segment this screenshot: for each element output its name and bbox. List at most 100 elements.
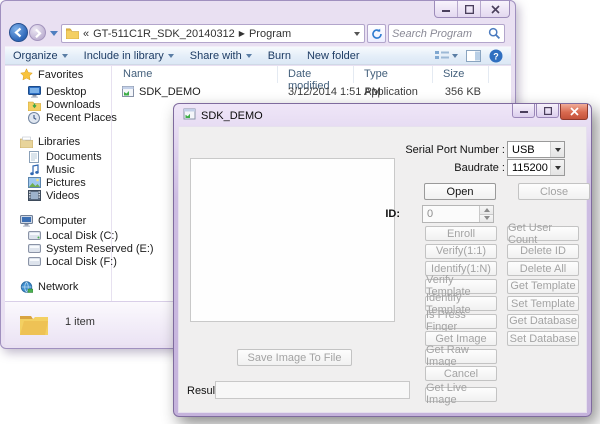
breadcrumb-overflow[interactable]: «: [83, 28, 89, 40]
serial-port-label: Serial Port Number :: [365, 144, 505, 156]
column-header-size[interactable]: Size: [433, 66, 489, 83]
column-headers: Name Date modified Type Size: [111, 66, 489, 83]
column-header-name[interactable]: Name: [111, 66, 278, 83]
forward-arrow-icon: [33, 28, 43, 38]
column-header-date-modified[interactable]: Date modified: [278, 66, 354, 83]
chevron-down-icon: [168, 54, 174, 58]
folder-icon: [19, 309, 49, 340]
refresh-icon: [371, 28, 383, 40]
spinner-down-icon[interactable]: [480, 214, 493, 223]
address-bar[interactable]: « GT-511C1R_SDK_20140312 ▶ Program: [61, 24, 365, 43]
item-count: 1 item: [65, 316, 95, 328]
baudrate-label: Baudrate :: [365, 162, 505, 174]
open-button[interactable]: Open: [424, 183, 496, 200]
maximize-icon[interactable]: [458, 1, 481, 17]
sidebar-item-videos[interactable]: Videos: [27, 188, 79, 203]
video-icon: [27, 189, 41, 203]
file-name: SDK_DEMO: [139, 86, 201, 98]
enroll-button[interactable]: Enroll: [425, 226, 497, 241]
refresh-button[interactable]: [367, 24, 386, 43]
delete-all-button[interactable]: Delete All: [507, 261, 579, 276]
maximize-icon[interactable]: [536, 104, 559, 118]
search-icon[interactable]: [488, 27, 501, 40]
change-view-button[interactable]: [435, 50, 458, 62]
include-in-library-menu[interactable]: Include in library: [76, 47, 182, 64]
burn-button[interactable]: Burn: [260, 47, 299, 64]
close-icon[interactable]: [560, 104, 588, 120]
delete-id-button[interactable]: Delete ID: [507, 244, 579, 259]
chevron-down-icon: [452, 54, 458, 58]
dialog-title: SDK_DEMO: [201, 110, 263, 122]
file-type: Application: [364, 86, 418, 98]
sidebar-item-recent-places[interactable]: Recent Places: [27, 110, 117, 125]
get-user-count-button[interactable]: Get User Count: [507, 226, 579, 241]
result-field[interactable]: [216, 382, 409, 398]
cancel-button[interactable]: Cancel: [425, 366, 497, 381]
application-icon: [121, 85, 135, 101]
sidebar-item-libraries[interactable]: Libraries: [19, 134, 80, 149]
organize-menu[interactable]: Organize: [5, 47, 76, 64]
chevron-down-icon: [550, 160, 564, 175]
star-icon: [19, 68, 33, 82]
recent-pages-dropdown-icon[interactable]: [50, 31, 58, 36]
close-icon[interactable]: [481, 1, 509, 17]
baudrate-select[interactable]: 115200: [507, 159, 565, 176]
preview-pane-icon[interactable]: [466, 50, 481, 62]
verify-button[interactable]: Verify(1:1): [425, 244, 497, 259]
search-box: [388, 24, 505, 43]
id-label: ID:: [360, 208, 400, 220]
dialog-client-area: Serial Port Number : USB Baudrate : 1152…: [178, 126, 587, 413]
sidebar-item-computer[interactable]: Computer: [19, 213, 86, 228]
minimize-icon[interactable]: [435, 1, 458, 17]
address-dropdown-icon[interactable]: [354, 32, 360, 36]
get-template-button[interactable]: Get Template: [507, 279, 579, 294]
app-icon: [183, 108, 196, 123]
sidebar-item-network[interactable]: Network: [19, 279, 78, 294]
save-image-to-file-button[interactable]: Save Image To File: [237, 349, 352, 366]
chevron-down-icon: [62, 54, 68, 58]
new-folder-button[interactable]: New folder: [299, 47, 368, 64]
sdk-demo-dialog: SDK_DEMO Serial Port Number : USB Baudra…: [173, 103, 592, 417]
minimize-icon[interactable]: [512, 104, 535, 118]
address-folder-icon: [66, 28, 79, 39]
get-database-button[interactable]: Get Database: [507, 314, 579, 329]
explorer-caption-buttons: [434, 1, 510, 18]
file-row-sdk-demo[interactable]: SDK_DEMO 3/12/2014 1:51 PM Application 3…: [115, 84, 495, 100]
chevron-down-icon: [246, 54, 252, 58]
is-press-finger-button[interactable]: Is Press Finger: [425, 314, 497, 329]
get-raw-image-button[interactable]: Get Raw Image: [425, 349, 497, 364]
column-header-type[interactable]: Type: [354, 66, 433, 83]
breadcrumb-current[interactable]: Program: [249, 28, 291, 40]
spinner-up-icon[interactable]: [480, 206, 493, 214]
id-stepper[interactable]: 0: [422, 205, 494, 223]
libraries-icon: [19, 135, 33, 149]
recent-places-icon: [27, 111, 41, 125]
share-with-menu[interactable]: Share with: [182, 47, 260, 64]
back-button[interactable]: [9, 23, 28, 42]
get-live-image-button[interactable]: Get Live Image: [425, 387, 497, 402]
sidebar-item-local-disk-f[interactable]: Local Disk (F:): [27, 254, 117, 269]
sidebar-item-favorites[interactable]: Favorites: [19, 67, 83, 82]
command-bar: Organize Include in library Share with B…: [5, 46, 511, 65]
serial-port-select[interactable]: USB: [507, 141, 565, 158]
dialog-titlebar[interactable]: SDK_DEMO: [183, 108, 263, 123]
breadcrumb-separator-icon[interactable]: ▶: [239, 29, 245, 38]
id-value: 0: [423, 206, 479, 222]
network-icon: [19, 280, 33, 294]
svg-text:?: ?: [493, 51, 499, 61]
breadcrumb-folder[interactable]: GT-511C1R_SDK_20140312: [93, 28, 235, 40]
chevron-down-icon: [550, 142, 564, 157]
file-size: 356 KB: [433, 86, 481, 98]
list-view-icon: [435, 50, 449, 62]
result-field-wrap: [215, 381, 410, 399]
close-button[interactable]: Close: [518, 183, 590, 200]
dialog-caption-buttons: [511, 104, 588, 120]
disk-drive-icon: [27, 255, 41, 269]
fingerprint-image-box: [190, 158, 395, 322]
computer-icon: [19, 214, 33, 228]
forward-button[interactable]: [29, 24, 46, 41]
help-icon[interactable]: ?: [489, 49, 503, 63]
search-input[interactable]: [392, 28, 488, 40]
set-template-button[interactable]: Set Template: [507, 296, 579, 311]
set-database-button[interactable]: Set Database: [507, 331, 579, 346]
